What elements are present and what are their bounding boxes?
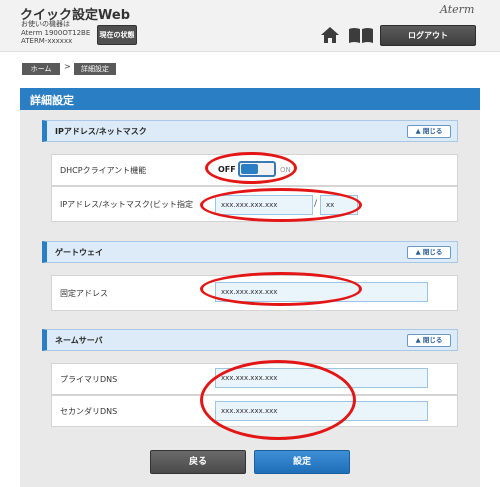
secondary-dns-label: セカンダリDNS bbox=[60, 407, 118, 416]
section-dns-header: ネームサーバ ▲ 閉じる bbox=[42, 329, 458, 351]
device-info: お使いの機器は Aterm 1900OT12BE ATERM-xxxxxx bbox=[21, 20, 90, 46]
device-caption: お使いの機器は bbox=[21, 20, 70, 28]
primary-dns-input[interactable]: xxx.xxx.xxx.xxx bbox=[215, 368, 428, 388]
logout-button[interactable]: ログアウト bbox=[380, 25, 476, 46]
brand-logo: Aterm bbox=[440, 3, 475, 16]
current-status-button[interactable]: 現在の状態 bbox=[97, 25, 137, 45]
book-icon[interactable] bbox=[348, 27, 374, 44]
fixed-address-input[interactable]: xxx.xxx.xxx.xxx bbox=[215, 282, 428, 302]
toggle-off-label: OFF bbox=[218, 165, 236, 174]
ip-slash: / bbox=[314, 199, 318, 209]
dhcp-label: DHCPクライアント機能 bbox=[60, 166, 147, 175]
section-gateway-close-button[interactable]: ▲ 閉じる bbox=[407, 246, 451, 259]
page-title: 詳細設定 bbox=[30, 94, 74, 107]
toggle-on-label: ON bbox=[280, 166, 291, 174]
section-ip-header: IPアドレス/ネットマスク ▲ 閉じる bbox=[42, 120, 458, 142]
section-gateway-title: ゲートウェイ bbox=[55, 248, 103, 257]
fixed-address-label: 固定アドレス bbox=[60, 289, 108, 298]
section-dns-title: ネームサーバ bbox=[55, 336, 103, 345]
ip-address-input[interactable]: xxx.xxx.xxx.xxx bbox=[215, 195, 313, 215]
secondary-dns-input[interactable]: xxx.xxx.xxx.xxx bbox=[215, 401, 428, 421]
breadcrumb-separator: > bbox=[64, 62, 71, 71]
breadcrumb-home[interactable]: ホーム bbox=[22, 63, 60, 75]
close-label: 閉じる bbox=[422, 127, 443, 135]
submit-button[interactable]: 設定 bbox=[254, 450, 350, 474]
ip-address-label: IPアドレス/ネットマスク(ビット指定 bbox=[60, 200, 193, 209]
header: クイック設定Web お使いの機器は Aterm 1900OT12BE ATERM… bbox=[0, 0, 500, 52]
section-dns-close-button[interactable]: ▲ 閉じる bbox=[407, 334, 451, 347]
close-label: 閉じる bbox=[422, 248, 443, 256]
close-label: 閉じる bbox=[422, 336, 443, 344]
section-ip-close-button[interactable]: ▲ 閉じる bbox=[407, 125, 451, 138]
section-ip-title: IPアドレス/ネットマスク bbox=[55, 127, 147, 136]
netmask-input[interactable]: xx bbox=[320, 195, 358, 215]
section-gateway-header: ゲートウェイ ▲ 閉じる bbox=[42, 241, 458, 263]
breadcrumb-current: 詳細設定 bbox=[74, 63, 116, 75]
device-model: Aterm 1900OT12BE bbox=[21, 28, 91, 37]
dhcp-toggle[interactable] bbox=[238, 161, 276, 177]
toggle-knob bbox=[241, 164, 258, 174]
page-title-bar: 詳細設定 bbox=[20, 88, 480, 110]
home-icon[interactable] bbox=[320, 26, 340, 44]
device-name: ATERM-xxxxxx bbox=[21, 37, 73, 45]
back-button[interactable]: 戻る bbox=[150, 450, 246, 474]
primary-dns-label: プライマリDNS bbox=[60, 375, 118, 384]
